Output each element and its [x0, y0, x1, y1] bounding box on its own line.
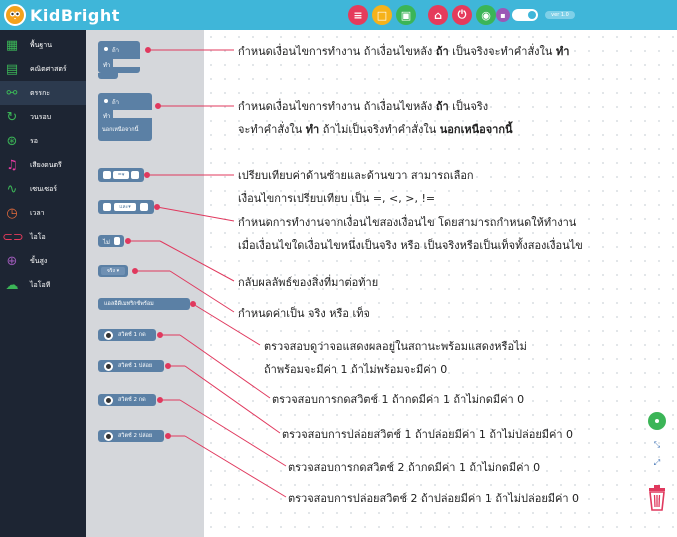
description-not: กลับผลลัพธ์ของสิ่งที่มาต่อท้าย: [238, 276, 379, 289]
description-display-line2: ถ้าพร้อมจะมีค่า 1 ถ้าไม่พร้อมจะมีค่า 0: [264, 363, 448, 376]
zoom-icon: ⤡: [653, 440, 661, 449]
trash-button[interactable]: [646, 484, 668, 512]
description-if-else-line2: จะทำคำสั่งใน ทำ ถ้าไม่เป็นจริงทำคำสั่งใน…: [238, 123, 513, 136]
description-boolean: กำหนดค่าเป็น จริง หรือ เท็จ: [238, 307, 370, 320]
description-switch1-press: ตรวจสอบการกดสวิตช์ 1 ถ้ากดมีค่า 1 ถ้าไม่…: [272, 393, 525, 406]
description-switch2-press: ตรวจสอบการกดสวิตช์ 2 ถ้ากดมีค่า 1 ถ้าไม่…: [288, 461, 541, 474]
callout-lines: [125, 47, 287, 498]
description-logic-line2: เมื่อเงื่อนไขใดเงื่อนไขหนึ่งเป็นจริง หรื…: [238, 239, 583, 252]
description-compare-line2: เงื่อนไขการเปรียบเทียบ เป็น =, <, >, !=: [238, 192, 436, 205]
target-icon: [653, 417, 661, 425]
zoom-out-icon: ⤢: [653, 458, 661, 467]
description-compare-line1: เปรียบเทียบค่าด้านซ้ายและด้านขวา สามารถเ…: [238, 169, 474, 182]
trash-icon: [649, 485, 665, 511]
zoom-out-button[interactable]: ⤢: [648, 456, 666, 470]
description-switch1-release: ตรวจสอบการปล่อยสวิตช์ 1 ถ้าปล่อยมีค่า 1 …: [282, 428, 574, 441]
description-if-else-line1: กำหนดเงื่อนไขการทำงาน ถ้าเงื่อนไขหลัง ถ้…: [238, 100, 489, 113]
description-switch2-release: ตรวจสอบการปล่อยสวิตช์ 2 ถ้าปล่อยมีค่า 1 …: [288, 492, 580, 505]
center-workspace-button[interactable]: [648, 412, 666, 430]
description-logic-line1: กำหนดการทำงานจากเงื่อนไขสองเงื่อนไข โดยส…: [238, 216, 577, 229]
description-display-line1: ตรวจสอบดูว่าจอแสดงผลอยู่ในสถานะพร้อมแสดง…: [264, 340, 527, 353]
description-if: กำหนดเงื่อนไขการทำงาน ถ้าเงื่อนไขหลัง ถ้…: [238, 45, 570, 58]
zoom-in-button[interactable]: ⤡: [648, 438, 666, 452]
